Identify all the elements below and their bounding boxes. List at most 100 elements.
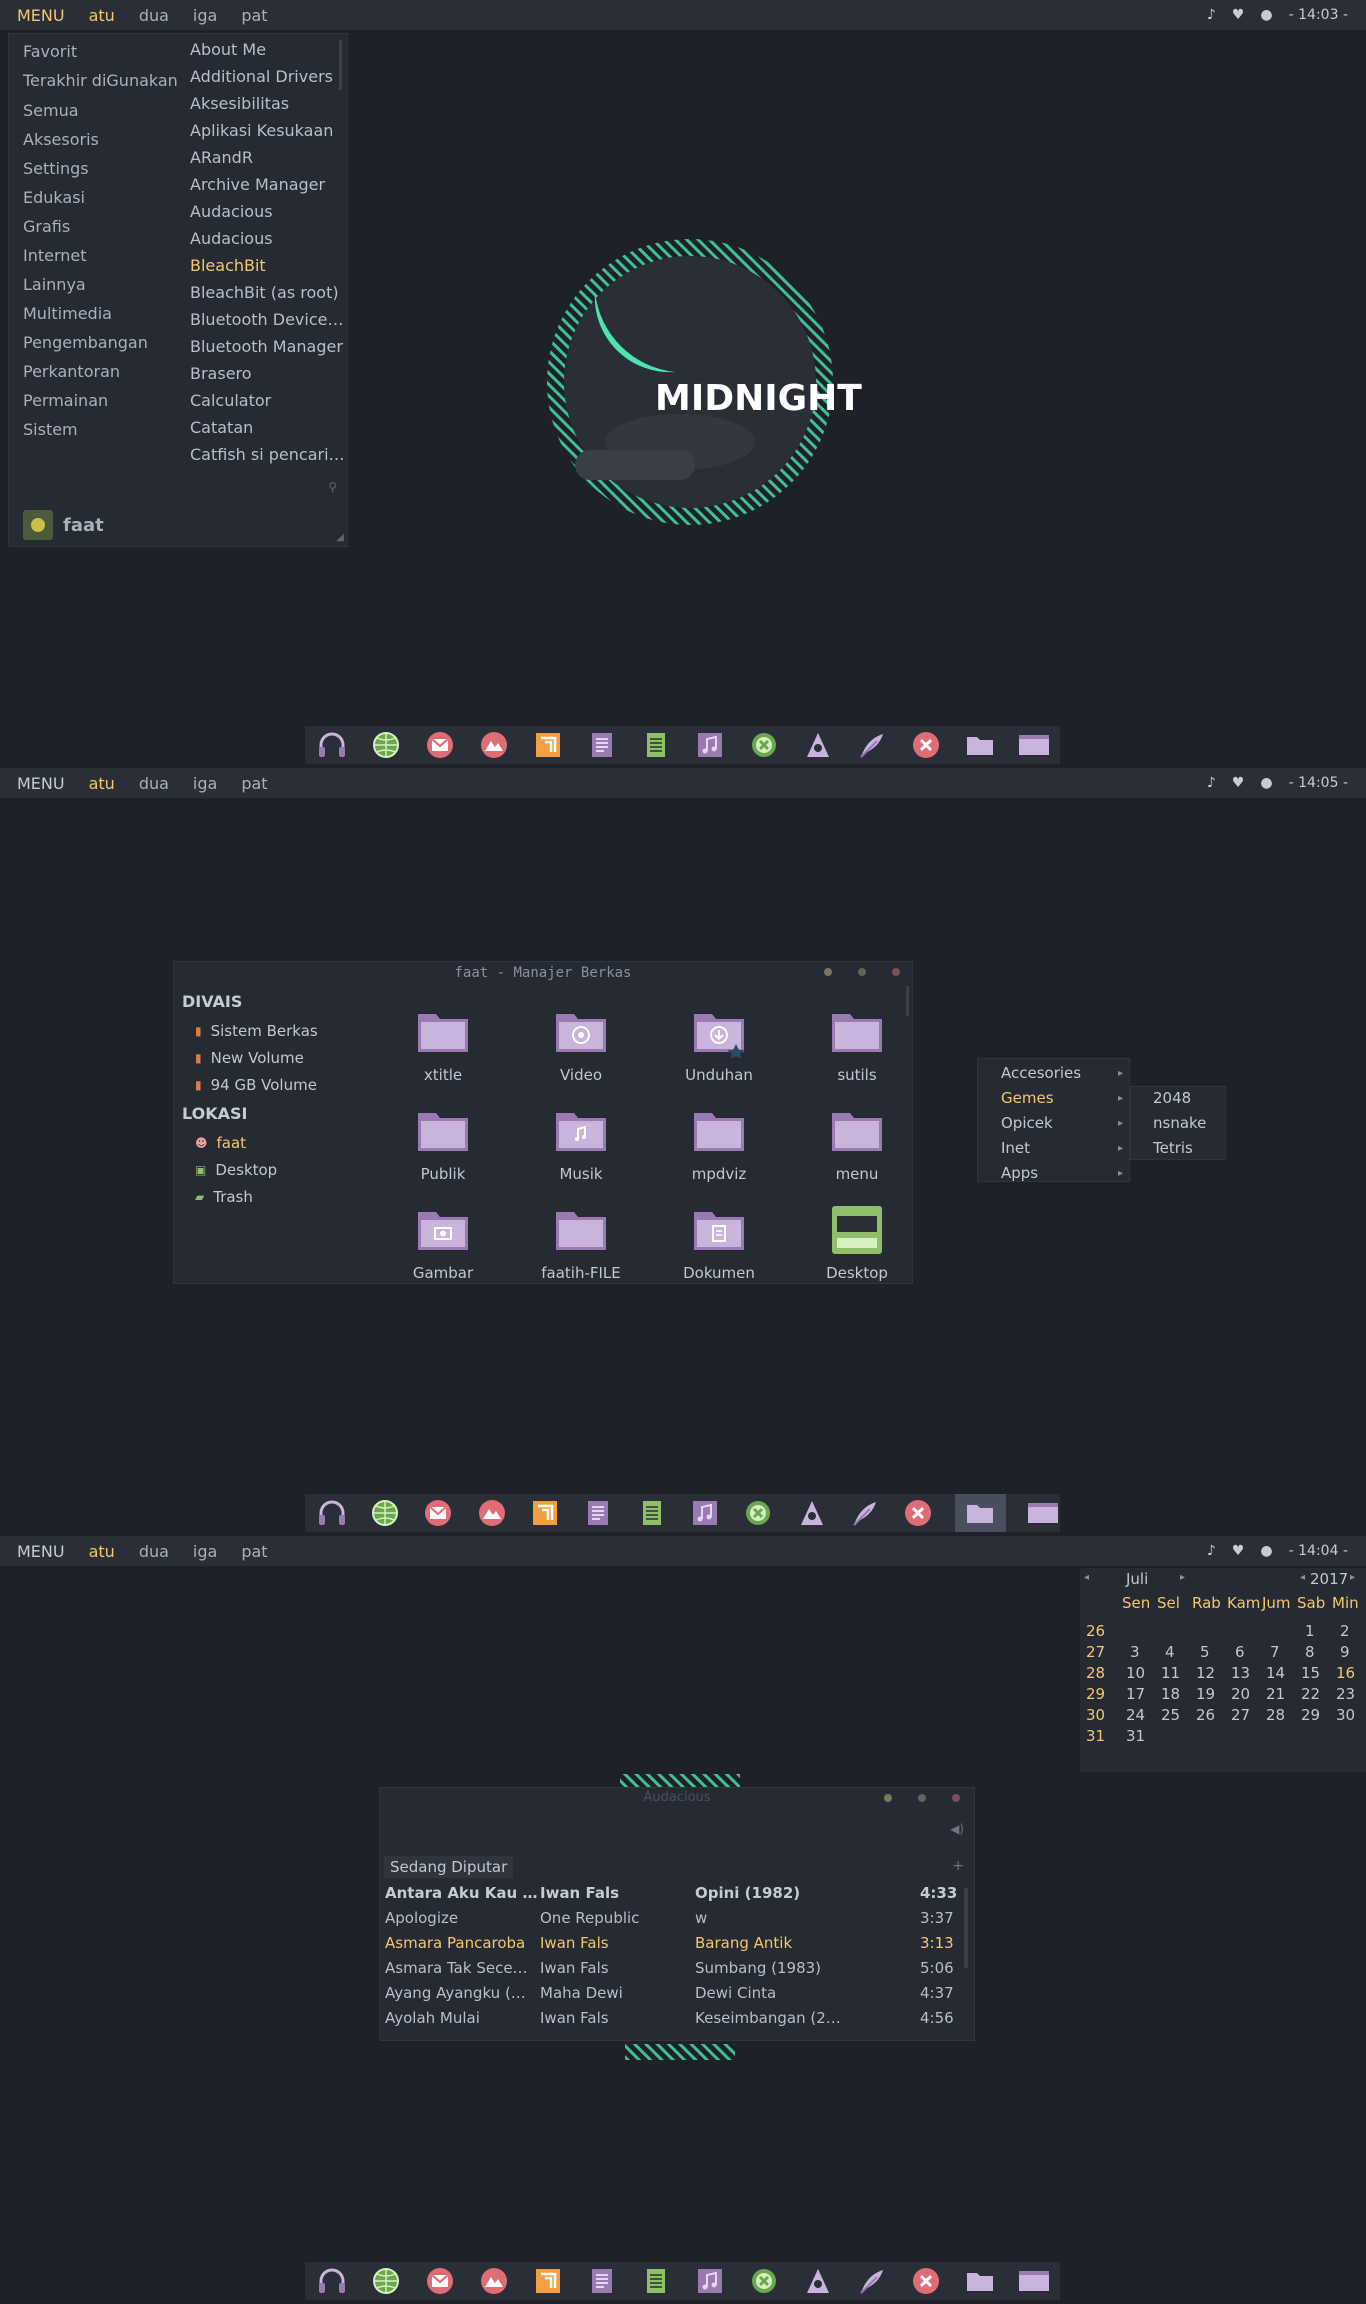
calendar-day[interactable]: 31 bbox=[1126, 1727, 1145, 1745]
menu-category[interactable]: Favorit bbox=[23, 42, 77, 61]
folder-item[interactable]: Musik bbox=[512, 1105, 650, 1183]
calendar-day[interactable]: 4 bbox=[1165, 1643, 1175, 1661]
mail-icon[interactable] bbox=[423, 2266, 457, 2296]
calendar-day[interactable]: 12 bbox=[1196, 1664, 1215, 1682]
menu-app-item[interactable]: Aplikasi Kesukaan bbox=[190, 121, 333, 140]
heart-icon[interactable]: ♥ bbox=[1232, 7, 1245, 23]
close-button[interactable] bbox=[892, 968, 900, 976]
menu-category[interactable]: Terakhir diGunakan bbox=[23, 71, 178, 90]
clock[interactable]: - 14:04 - bbox=[1289, 1543, 1348, 1559]
x-icon[interactable] bbox=[909, 730, 943, 760]
calendar-day[interactable]: 7 bbox=[1270, 1643, 1280, 1661]
volume-icon[interactable]: ◀) bbox=[950, 1822, 964, 1836]
calendar-day[interactable]: 8 bbox=[1305, 1643, 1315, 1661]
slides-icon[interactable] bbox=[531, 2266, 565, 2296]
minimize-button[interactable] bbox=[824, 968, 832, 976]
vlc-icon[interactable] bbox=[801, 2266, 835, 2296]
prev-month-icon[interactable]: ◂ bbox=[1084, 1572, 1089, 1583]
calendar-day[interactable]: 1 bbox=[1305, 1622, 1315, 1640]
menu-scrollbar[interactable] bbox=[339, 40, 342, 90]
photo-icon[interactable] bbox=[477, 730, 511, 760]
vlc-icon[interactable] bbox=[801, 730, 835, 760]
place-desktop[interactable]: ▣ Desktop bbox=[195, 1156, 362, 1183]
workspace-1[interactable]: atu bbox=[89, 1542, 115, 1561]
search-icon[interactable]: ⚲ bbox=[328, 480, 337, 494]
next-month-icon[interactable]: ▸ bbox=[1180, 1572, 1185, 1583]
add-playlist-icon[interactable]: + bbox=[952, 1858, 964, 1874]
x-icon[interactable] bbox=[909, 2266, 943, 2296]
calendar-day[interactable]: 14 bbox=[1266, 1664, 1285, 1682]
menu-category[interactable]: Sistem bbox=[23, 420, 78, 439]
menu-app-item[interactable]: Audacious bbox=[190, 202, 273, 221]
workspace-3[interactable]: iga bbox=[193, 6, 217, 25]
calendar-day[interactable]: 21 bbox=[1266, 1685, 1285, 1703]
calendar-day[interactable]: 20 bbox=[1231, 1685, 1250, 1703]
music-icon[interactable] bbox=[688, 1498, 721, 1528]
close-button[interactable] bbox=[952, 1794, 960, 1802]
place-trash[interactable]: ▰ Trash bbox=[195, 1183, 362, 1210]
music-note-icon[interactable]: ♪ bbox=[1207, 7, 1216, 23]
menu-app-item[interactable]: Catatan bbox=[190, 418, 253, 437]
calendar-day[interactable]: 30 bbox=[1336, 1706, 1355, 1724]
maximize-button[interactable] bbox=[918, 1794, 926, 1802]
calendar-day[interactable]: 26 bbox=[1196, 1706, 1215, 1724]
vlc-icon[interactable] bbox=[795, 1498, 828, 1528]
folder-item[interactable]: sutils bbox=[788, 1006, 926, 1084]
resize-grip-icon[interactable]: ◢ bbox=[336, 532, 344, 543]
headphones-icon[interactable] bbox=[315, 2266, 349, 2296]
clock[interactable]: - 14:05 - bbox=[1289, 775, 1348, 791]
folder-item[interactable]: Publik bbox=[374, 1105, 512, 1183]
menu-category[interactable]: Perkantoran bbox=[23, 362, 120, 381]
heart-icon[interactable]: ♥ bbox=[1232, 775, 1245, 791]
heart-icon[interactable]: ♥ bbox=[1232, 1543, 1245, 1559]
document-icon[interactable] bbox=[582, 1498, 615, 1528]
globe-icon[interactable] bbox=[369, 730, 403, 760]
headphones-icon[interactable] bbox=[315, 1498, 348, 1528]
workspace-3[interactable]: iga bbox=[193, 1542, 217, 1561]
calendar-day[interactable]: 2 bbox=[1340, 1622, 1350, 1640]
calendar-day[interactable]: 13 bbox=[1231, 1664, 1250, 1682]
prev-year-icon[interactable]: ◂ bbox=[1300, 1572, 1305, 1583]
calendar-day[interactable]: 27 bbox=[1231, 1706, 1250, 1724]
music-icon[interactable] bbox=[693, 2266, 727, 2296]
calendar-day[interactable]: 9 bbox=[1340, 1643, 1350, 1661]
mail-icon[interactable] bbox=[423, 730, 457, 760]
folder-item[interactable]: mpdviz bbox=[650, 1105, 788, 1183]
menu-app-item[interactable]: Bluetooth Manager bbox=[190, 337, 343, 356]
clock[interactable]: - 14:03 - bbox=[1289, 7, 1348, 23]
menu-category[interactable]: Grafis bbox=[23, 217, 70, 236]
feather-icon[interactable] bbox=[848, 1498, 881, 1528]
ctx-item-opicek[interactable]: Opicek bbox=[1001, 1114, 1053, 1132]
spreadsheet-icon[interactable] bbox=[635, 1498, 668, 1528]
menu-category[interactable]: Pengembangan bbox=[23, 333, 148, 352]
user-icon[interactable]: ● bbox=[1260, 7, 1272, 23]
user-icon[interactable]: ● bbox=[1260, 775, 1272, 791]
workspace-2[interactable]: dua bbox=[139, 6, 169, 25]
calendar-day[interactable]: 28 bbox=[1266, 1706, 1285, 1724]
folder-item[interactable]: Dokumen bbox=[650, 1204, 788, 1282]
folder-item[interactable]: faatih-FILE bbox=[512, 1204, 650, 1282]
folder-item[interactable]: Video bbox=[512, 1006, 650, 1084]
calendar-day[interactable]: 29 bbox=[1301, 1706, 1320, 1724]
x-icon[interactable] bbox=[902, 1498, 935, 1528]
menu-app-item[interactable]: Catfish si pencari… bbox=[190, 445, 345, 464]
device-new-volume[interactable]: ▮ New Volume bbox=[195, 1044, 362, 1071]
device-sistem-berkas[interactable]: ▮ Sistem Berkas bbox=[195, 1017, 362, 1044]
menu-category[interactable]: Multimedia bbox=[23, 304, 112, 323]
calendar-day[interactable]: 6 bbox=[1235, 1643, 1245, 1661]
music-note-icon[interactable]: ♪ bbox=[1207, 775, 1216, 791]
spreadsheet-icon[interactable] bbox=[639, 2266, 673, 2296]
window-icon[interactable] bbox=[1017, 730, 1051, 760]
calendar-day[interactable]: 16 bbox=[1336, 1664, 1355, 1682]
menu-category[interactable]: Edukasi bbox=[23, 188, 85, 207]
calendar-day[interactable]: 22 bbox=[1301, 1685, 1320, 1703]
photo-icon[interactable] bbox=[477, 2266, 511, 2296]
workspace-4[interactable]: pat bbox=[241, 1542, 267, 1561]
menu-app-item-highlighted[interactable]: BleachBit bbox=[190, 256, 266, 275]
menu-category[interactable]: Settings bbox=[23, 159, 89, 178]
slides-icon[interactable] bbox=[531, 730, 565, 760]
submenu-item-nsnake[interactable]: nsnake bbox=[1153, 1114, 1206, 1132]
menu-app-item[interactable]: Additional Drivers bbox=[190, 67, 333, 86]
folder-icon[interactable] bbox=[963, 730, 997, 760]
folder-icon[interactable] bbox=[963, 2266, 997, 2296]
